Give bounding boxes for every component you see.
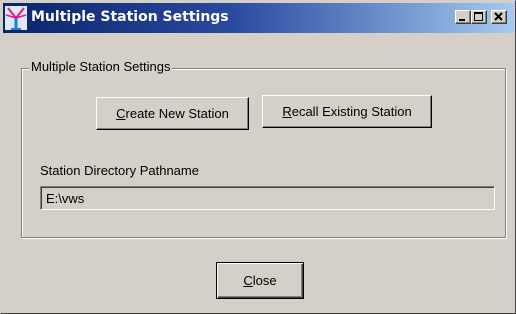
close-button[interactable]: Close — [216, 262, 304, 299]
multiple-station-settings-dialog: Multiple Station Settings Multiple Stati… — [0, 0, 516, 314]
create-label: reate New Station — [125, 106, 229, 121]
station-settings-group — [21, 68, 506, 238]
group-label: Multiple Station Settings — [29, 59, 173, 74]
maximize-icon — [474, 12, 483, 21]
create-mnemonic: C — [116, 106, 126, 121]
station-directory-field[interactable] — [40, 186, 495, 210]
close-mnemonic: C — [243, 273, 253, 288]
recall-existing-station-button[interactable]: Recall Existing Station — [262, 95, 432, 128]
station-directory-label: Station Directory Pathname — [40, 163, 199, 178]
close-label: lose — [252, 273, 277, 288]
close-window-button[interactable] — [491, 10, 507, 24]
create-new-station-button[interactable]: Create New Station — [96, 97, 249, 130]
close-icon — [494, 12, 503, 21]
maximize-button[interactable] — [471, 10, 487, 24]
app-icon — [5, 6, 27, 30]
minimize-icon — [459, 19, 465, 21]
title-bar[interactable]: Multiple Station Settings — [3, 3, 514, 33]
window-title: Multiple Station Settings — [31, 9, 229, 25]
recall-label: ecall Existing Station — [291, 104, 412, 119]
minimize-button[interactable] — [455, 10, 471, 24]
recall-mnemonic: R — [282, 104, 292, 119]
